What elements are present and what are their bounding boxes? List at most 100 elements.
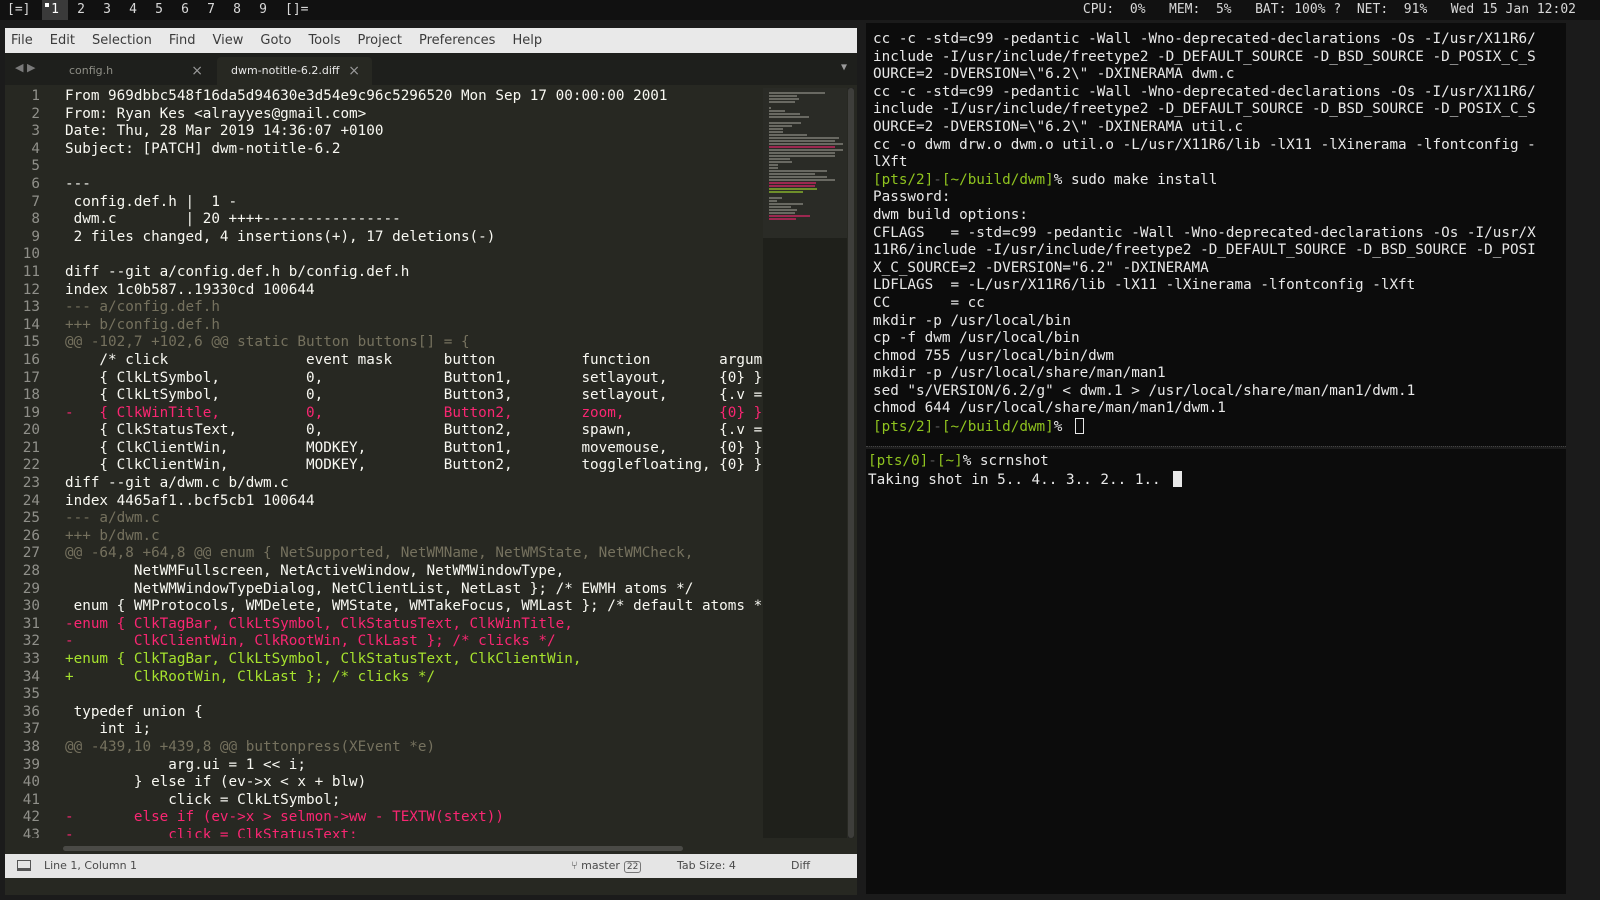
line-number: 32	[22, 633, 40, 650]
tab-config-h[interactable]: config.h ×	[55, 57, 215, 85]
code-line[interactable]: 36 typedef union {	[5, 704, 765, 722]
terminal-line: chmod 644 /usr/local/share/man/man1/dwm.…	[873, 400, 1566, 418]
line-number: 2	[31, 105, 40, 122]
workspace-tag-9[interactable]: 9	[250, 0, 276, 20]
code-line[interactable]: 27 @@ -64,8 +64,8 @@ enum { NetSupported,…	[5, 545, 765, 563]
code-line[interactable]: 23 diff --git a/dwm.c b/dwm.c	[5, 475, 765, 493]
code-line[interactable]: 16 /* click event mask button function a…	[5, 352, 765, 370]
horizontal-scroll-thumb[interactable]	[63, 846, 683, 851]
terminal-bottom[interactable]: [pts/0]-[~]% scrnshot Taking shot in 5.. …	[866, 449, 1566, 894]
workspace-tag-5[interactable]: 5	[146, 0, 172, 20]
workspace-tag-8[interactable]: 8	[224, 0, 250, 20]
tab-nav-arrows-icon[interactable]: ◀ ▶	[15, 61, 35, 74]
code-line[interactable]: 28 NetWMFullscreen, NetActiveWindow, Net…	[5, 563, 765, 581]
code-line[interactable]: 4 Subject: [PATCH] dwm-notitle-6.2	[5, 141, 765, 159]
vertical-scroll-thumb[interactable]	[848, 88, 854, 838]
line-number: 24	[22, 492, 40, 509]
code-line[interactable]: 21 { ClkClientWin, MODKEY, Button1, move…	[5, 440, 765, 458]
workspace-tag-3[interactable]: 3	[94, 0, 120, 20]
menu-view[interactable]: View	[213, 33, 244, 48]
layout-indicator[interactable]: [=]	[7, 0, 30, 20]
code-line[interactable]: 26 +++ b/dwm.c	[5, 528, 765, 546]
menu-find[interactable]: Find	[169, 33, 196, 48]
menu-tools[interactable]: Tools	[308, 33, 340, 48]
terminal-top[interactable]: cc -c -std=c99 -pedantic -Wall -Wno-depr…	[866, 23, 1566, 446]
tab-dropdown-icon[interactable]: ▼	[841, 62, 847, 73]
menu-file[interactable]: File	[11, 33, 33, 48]
code-line[interactable]: 18 { ClkLtSymbol, 0, Button3, setlayout,…	[5, 387, 765, 405]
code-line[interactable]: 1 From 969dbbc548f16da5d94630e3d54e9c96c5…	[5, 88, 765, 106]
code-line[interactable]: 9 2 files changed, 4 insertions(+), 17 d…	[5, 229, 765, 247]
code-line[interactable]: 25 --- a/dwm.c	[5, 510, 765, 528]
terminal-output: cp -f dwm /usr/local/bin	[873, 330, 1080, 347]
workspace-tag-7[interactable]: 7	[198, 0, 224, 20]
code-line[interactable]: 15 @@ -102,7 +102,6 @@ static Button butt…	[5, 334, 765, 352]
workspace-tag-2[interactable]: 2	[68, 0, 94, 20]
code-line[interactable]: 22 { ClkClientWin, MODKEY, Button2, togg…	[5, 457, 765, 475]
close-icon[interactable]: ×	[191, 57, 203, 85]
code-line[interactable]: 42 - else if (ev->x > selmon->ww - TEXTW(…	[5, 809, 765, 827]
close-icon[interactable]: ×	[348, 57, 360, 85]
workspace-tag-6[interactable]: 6	[172, 0, 198, 20]
terminal-line: [pts/2]-[~/build/dwm]% sudo make install	[873, 172, 1566, 190]
code-line[interactable]: 19 - { ClkWinTitle, 0, Button2, zoom, {0}…	[5, 405, 765, 423]
tab-size[interactable]: Tab Size: 4	[677, 859, 736, 872]
code-line[interactable]: 38 @@ -439,10 +439,8 @@ buttonpress(XEven…	[5, 739, 765, 757]
code-line[interactable]: 2 From: Ryan Kes <alrayyes@gmail.com>	[5, 106, 765, 124]
top-status-bar: [=] 123456789 []= CPU: 0% MEM: 5% BAT: 1…	[0, 0, 1600, 20]
code-line[interactable]: 3 Date: Thu, 28 Mar 2019 14:36:07 +0100	[5, 123, 765, 141]
workspace-tag-4[interactable]: 4	[120, 0, 146, 20]
code-line[interactable]: 17 { ClkLtSymbol, 0, Button1, setlayout,…	[5, 370, 765, 388]
minimap-line	[769, 113, 800, 115]
terminal-line: include -I/usr/include/freetype2 -D_DEFA…	[873, 101, 1566, 119]
syntax-selector[interactable]: Diff	[791, 859, 810, 872]
code-line[interactable]: 35	[5, 686, 765, 704]
code-line[interactable]: 32 - ClkClientWin, ClkRootWin, ClkLast };…	[5, 633, 765, 651]
terminal-line: CFLAGS = -std=c99 -pedantic -Wall -Wno-d…	[873, 225, 1566, 243]
git-status[interactable]: ⑂ master 22	[571, 859, 642, 873]
menu-project[interactable]: Project	[357, 33, 401, 48]
layout-symbol[interactable]: []=	[285, 0, 308, 20]
code-line[interactable]: 33 +enum { ClkTagBar, ClkLtSymbol, ClkSta…	[5, 651, 765, 669]
code-line[interactable]: 39 arg.ui = 1 << i;	[5, 757, 765, 775]
code-line[interactable]: 30 enum { WMProtocols, WMDelete, WMState…	[5, 598, 765, 616]
code-text: @@ -64,8 +64,8 @@ enum { NetSupported, N…	[65, 545, 694, 562]
code-line[interactable]: 29 NetWMWindowTypeDialog, NetClientList,…	[5, 581, 765, 599]
code-line[interactable]: 12 index 1c0b587..19330cd 100644	[5, 282, 765, 300]
vertical-scrollbar[interactable]	[848, 88, 854, 838]
menu-goto[interactable]: Goto	[260, 33, 291, 48]
code-line[interactable]: 5	[5, 158, 765, 176]
code-line[interactable]: 11 diff --git a/config.def.h b/config.def…	[5, 264, 765, 282]
menu-edit[interactable]: Edit	[50, 33, 75, 48]
minimap[interactable]	[763, 88, 847, 838]
workspace-tag-1[interactable]: 1	[42, 0, 68, 20]
code-line[interactable]: 31 -enum { ClkTagBar, ClkLtSymbol, ClkSta…	[5, 616, 765, 634]
code-line[interactable]: 34 + ClkRootWin, ClkLast }; /* clicks */	[5, 669, 765, 687]
menu-help[interactable]: Help	[512, 33, 542, 48]
code-text: click = ClkLtSymbol;	[65, 791, 341, 808]
code-line[interactable]: 13 --- a/config.def.h	[5, 299, 765, 317]
code-text: NetWMFullscreen, NetActiveWindow, NetWMW…	[65, 563, 565, 580]
prompt-separator: -	[933, 419, 942, 436]
code-line[interactable]: 10	[5, 246, 765, 264]
code-line[interactable]: 14 +++ b/config.def.h	[5, 317, 765, 335]
code-line[interactable]: 6 ---	[5, 176, 765, 194]
terminal-output: dwm build options:	[873, 206, 1028, 223]
horizontal-scrollbar[interactable]	[5, 844, 848, 852]
code-text: Date: Thu, 28 Mar 2019 14:36:07 +0100	[65, 123, 384, 140]
menu-preferences[interactable]: Preferences	[419, 33, 495, 48]
tab-dwm-notitle-diff[interactable]: dwm-notitle-6.2.diff ×	[217, 57, 372, 85]
code-line[interactable]: 37 int i;	[5, 721, 765, 739]
cursor-position[interactable]: Line 1, Column 1	[44, 859, 137, 872]
code-line[interactable]: 20 { ClkStatusText, 0, Button2, spawn, {…	[5, 422, 765, 440]
menu-selection[interactable]: Selection	[92, 33, 152, 48]
code-line[interactable]: 8 dwm.c | 20 ++++----------------	[5, 211, 765, 229]
terminal-line: cc -o dwm drw.o dwm.o util.o -L/usr/X11R…	[873, 137, 1566, 155]
code-line[interactable]: 43 - click = ClkStatusText;	[5, 827, 765, 838]
panel-toggle-icon[interactable]	[17, 860, 31, 871]
code-line[interactable]: 7 config.def.h | 1 -	[5, 194, 765, 212]
code-line[interactable]: 41 click = ClkLtSymbol;	[5, 792, 765, 810]
code-line[interactable]: 24 index 4465af1..bcf5cb1 100644	[5, 493, 765, 511]
code-editor[interactable]: 1 From 969dbbc548f16da5d94630e3d54e9c96c5…	[5, 88, 765, 838]
code-line[interactable]: 40 } else if (ev->x < x + blw)	[5, 774, 765, 792]
